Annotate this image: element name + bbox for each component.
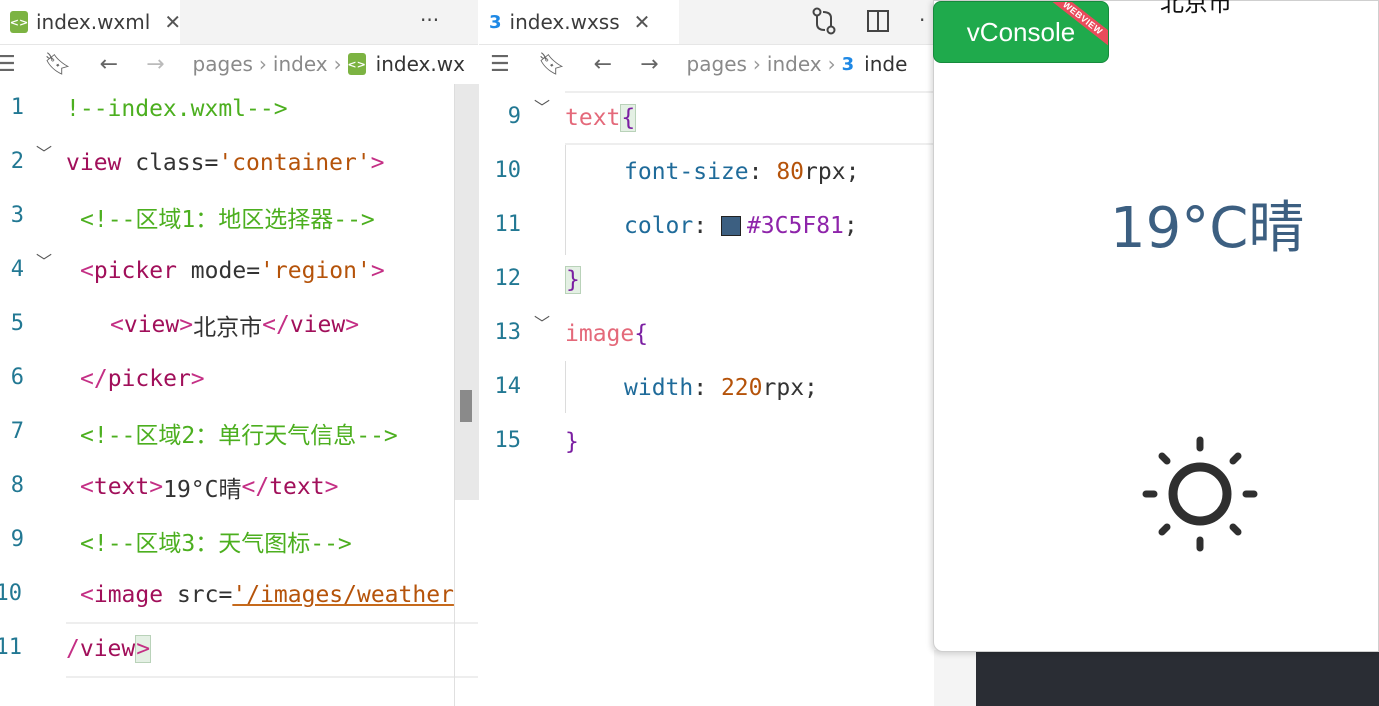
code-line: font-size: 80 rpx; — [624, 159, 860, 185]
left-editor-edge — [454, 500, 455, 706]
breadcrumb-index[interactable]: index — [767, 52, 822, 76]
sun-icon — [1140, 434, 1260, 558]
fold-chevron-icon[interactable]: ﹀ — [36, 248, 52, 272]
forward-arrow-icon[interactable]: → — [640, 52, 658, 77]
code-line: < text >19°C晴 </text > — [80, 474, 339, 503]
line-number: 5 — [10, 311, 24, 336]
code-line: < view > 北京市 </view > — [110, 312, 360, 341]
indent-guide — [565, 361, 566, 413]
code-line: } — [565, 266, 581, 294]
line-number: 9 — [10, 527, 24, 552]
fold-chevron-icon[interactable]: ﹀ — [36, 140, 52, 164]
code-line: < image src= '/images/weather — [80, 582, 454, 608]
code-line: } — [565, 429, 579, 455]
list-icon[interactable]: ☰ — [490, 52, 510, 77]
simulator-side-strip — [934, 650, 976, 706]
line-number: 12 — [494, 266, 522, 291]
tab-index-wxss[interactable]: 3 index.wxss ✕ — [479, 0, 679, 44]
back-arrow-icon[interactable]: ← — [100, 52, 118, 77]
breadcrumb-pages[interactable]: pages — [193, 52, 253, 76]
line-number: 14 — [494, 374, 522, 399]
wxml-file-icon: <> — [10, 11, 28, 33]
chevron-right-icon: › — [258, 52, 267, 76]
code-line: <!--区域1：地区选择器--> — [80, 207, 375, 233]
line-number: 15 — [494, 428, 522, 453]
code-line: < picker mode='region' > — [80, 258, 385, 284]
region-picker-text[interactable]: 北京市 — [1160, 0, 1232, 18]
line-number: 10 — [494, 158, 522, 183]
code-line: color: #3C5F81; — [624, 213, 858, 239]
forward-arrow-icon[interactable]: → — [146, 52, 164, 77]
code-line: / view > — [66, 635, 152, 663]
more-actions-icon[interactable]: ··· — [420, 8, 439, 32]
close-tab-icon[interactable]: ✕ — [634, 10, 651, 34]
line-number: 2 — [10, 149, 24, 174]
breadcrumb-pages[interactable]: pages — [687, 52, 747, 76]
right-breadcrumb-bar: ☰ 🔖︎ ← → pages › index › 3 inde — [490, 44, 934, 84]
breadcrumb-file[interactable]: index.wx — [376, 52, 465, 76]
line-number: 4 — [10, 257, 24, 282]
indent-guide — [565, 145, 566, 255]
tab-index-wxml[interactable]: <> index.wxml ✕ — [0, 0, 181, 44]
code-line: !--index.wxml--> — [66, 96, 288, 122]
line-number: 1 — [10, 95, 24, 120]
back-arrow-icon[interactable]: ← — [594, 52, 612, 77]
line-number: 13 — [494, 320, 522, 345]
left-scroll-marker — [460, 390, 472, 422]
breadcrumb-index[interactable]: index — [273, 52, 328, 76]
css-file-icon: 3 — [841, 53, 855, 75]
breadcrumb-file[interactable]: inde — [864, 52, 907, 76]
bookmark-icon[interactable]: 🔖︎ — [44, 52, 72, 77]
tab-label: index.wxss — [509, 10, 620, 34]
chevron-right-icon: › — [827, 52, 836, 76]
vconsole-label: vConsole — [966, 16, 1076, 47]
chevron-right-icon: › — [333, 52, 342, 76]
line-number: 10 — [0, 581, 22, 606]
bookmark-icon[interactable]: 🔖︎ — [538, 52, 566, 77]
code-line: <!--区域3：天气图标--> — [80, 531, 352, 557]
line-number: 3 — [10, 203, 24, 228]
line-number: 11 — [0, 635, 22, 660]
wxml-file-icon: <> — [347, 53, 366, 75]
right-tab-bar: 3 index.wxss ✕ — [479, 0, 934, 45]
left-breadcrumb-bar: ☰ 🔖︎ ← → pages › index › <> index.wx — [0, 44, 478, 84]
tab-label: index.wxml — [36, 10, 151, 34]
css-file-icon: 3 — [489, 11, 502, 33]
left-scrollbar[interactable] — [454, 84, 479, 500]
code-line: width: 220 rpx; — [624, 375, 818, 401]
list-icon[interactable]: ☰ — [0, 52, 16, 77]
fold-chevron-icon[interactable]: ﹀ — [534, 310, 550, 334]
weather-text: 19°C晴 — [1110, 196, 1305, 261]
fold-chevron-icon[interactable]: ﹀ — [534, 94, 550, 118]
code-line: view class='container' > — [66, 150, 385, 176]
line-number: 11 — [494, 212, 522, 237]
desktop-background — [976, 652, 1379, 706]
line-number: 7 — [10, 419, 24, 444]
color-swatch[interactable] — [720, 216, 741, 236]
line-number: 9 — [507, 104, 521, 129]
left-tab-bar: <> index.wxml ✕ ··· — [0, 0, 478, 45]
more-actions-icon[interactable]: · — [919, 8, 925, 32]
simulator-window: 北京市 19°C晴 — [933, 0, 1379, 652]
line-number: 8 — [10, 473, 24, 498]
line-number: 6 — [10, 365, 24, 390]
split-editor-icon[interactable] — [867, 10, 889, 36]
code-line: </picker > — [80, 366, 205, 392]
close-tab-icon[interactable]: ✕ — [164, 10, 181, 34]
code-line: <!--区域2：单行天气信息--> — [80, 423, 398, 449]
code-line: image{ — [565, 321, 649, 347]
compare-changes-icon[interactable] — [811, 6, 837, 40]
vconsole-button[interactable]: vConsole WEBVIEW — [933, 1, 1109, 63]
chevron-right-icon: › — [752, 52, 761, 76]
code-line: text{ — [565, 104, 637, 132]
